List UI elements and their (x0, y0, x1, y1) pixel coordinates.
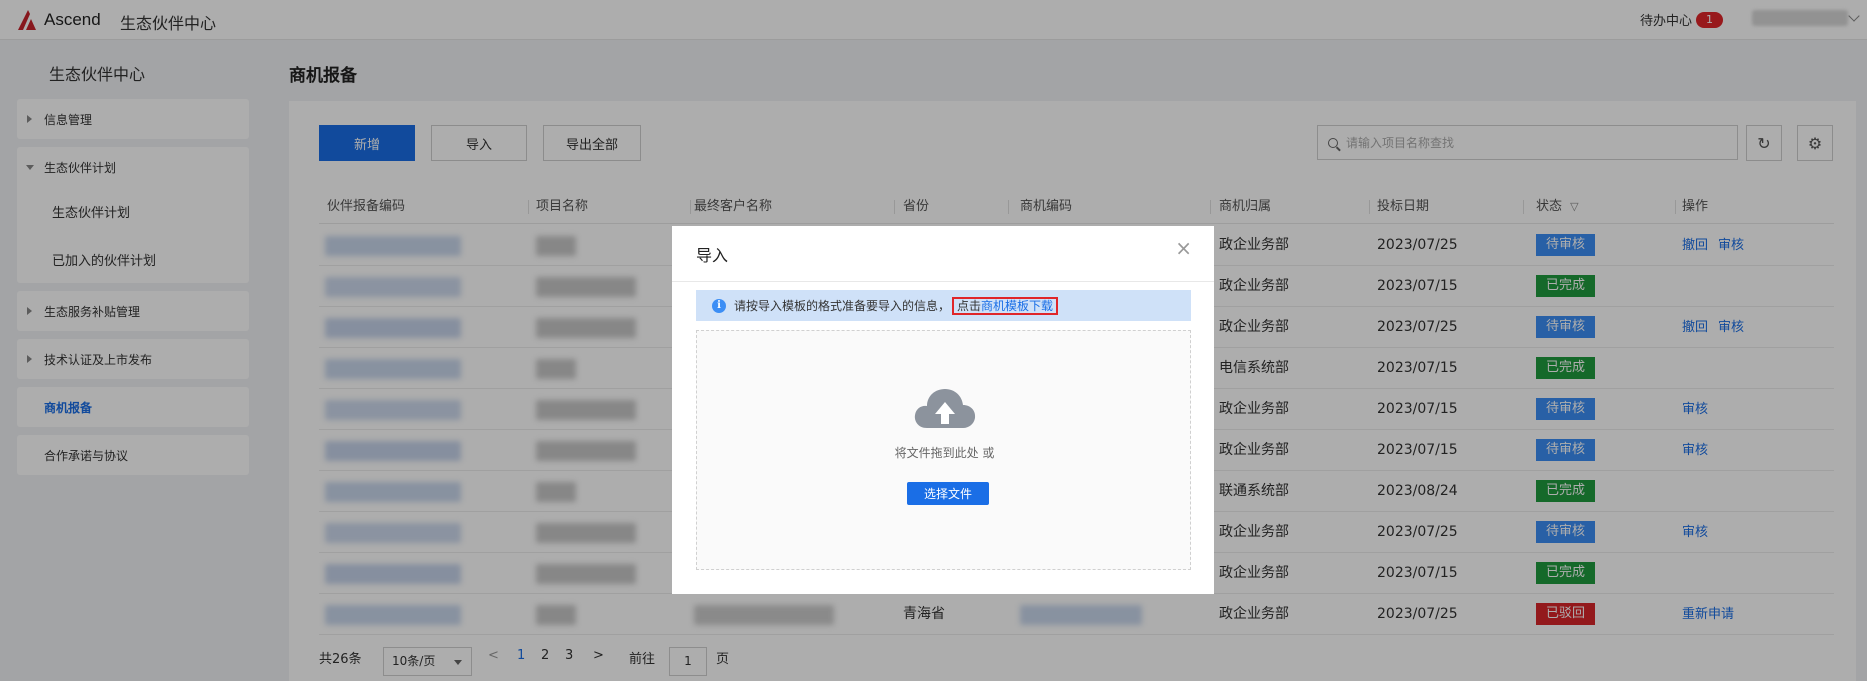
dialog-title: 导入 (696, 246, 729, 265)
close-icon[interactable]: × (1175, 236, 1192, 260)
import-info-alert: i 请按导入模板的格式准备要导入的信息， 点击商机模板下载 (696, 290, 1191, 321)
import-dialog: 导入 × i 请按导入模板的格式准备要导入的信息， 点击商机模板下载 将文件拖到… (672, 226, 1214, 594)
dialog-divider (672, 281, 1214, 282)
template-download-link[interactable]: 商机模板下载 (981, 299, 1053, 313)
template-download-highlight: 点击商机模板下载 (952, 296, 1059, 315)
alert-click-text: 点击 (957, 298, 982, 313)
file-drop-zone[interactable]: 将文件拖到此处 或 选择文件 (696, 330, 1191, 570)
drop-hint-text: 将文件拖到此处 或 (894, 446, 995, 460)
cloud-upload-icon (914, 389, 976, 428)
alert-text: 请按导入模板的格式准备要导入的信息， (734, 299, 951, 313)
choose-file-button[interactable]: 选择文件 (907, 482, 989, 505)
info-icon: i (712, 298, 726, 313)
